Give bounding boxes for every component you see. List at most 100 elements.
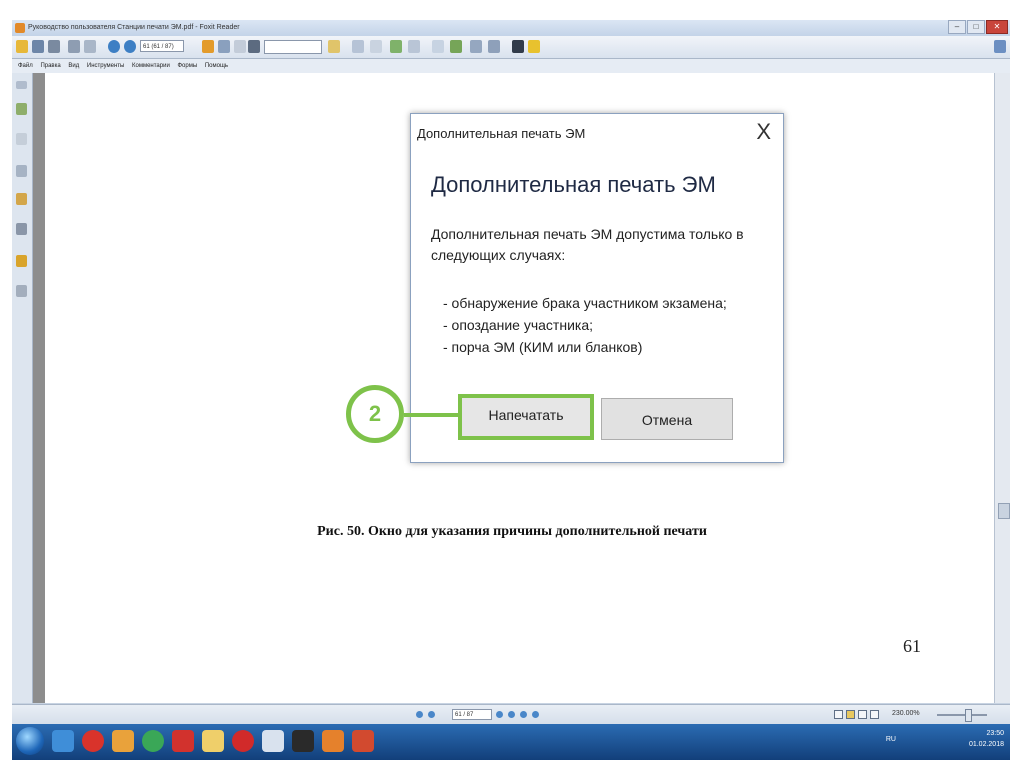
single-page-icon[interactable] — [408, 40, 420, 53]
status-bar: 61 / 87 230.00% — [12, 704, 1010, 725]
select-cursor-icon[interactable] — [234, 40, 246, 53]
open-folder-icon[interactable] — [16, 40, 28, 53]
attachments-icon[interactable] — [16, 223, 27, 235]
continuous-view-icon[interactable] — [846, 710, 855, 719]
language-indicator[interactable]: RU — [886, 736, 896, 743]
first-page-icon[interactable] — [108, 40, 120, 53]
additional-print-dialog: Дополнительная печать ЭМ X Дополнительна… — [410, 113, 784, 463]
save-as-icon[interactable] — [48, 40, 60, 53]
maximize-button[interactable]: □ — [967, 20, 985, 34]
7zip-icon[interactable] — [292, 730, 314, 752]
foxit-task-icon[interactable] — [322, 730, 344, 752]
yandex-icon[interactable] — [82, 730, 104, 752]
facing-view-icon[interactable] — [858, 710, 867, 719]
window-title: Руководство пользователя Станции печати … — [28, 24, 240, 31]
menu-forms[interactable]: Формы — [177, 63, 197, 69]
signatures-icon[interactable] — [16, 285, 27, 297]
pages-icon[interactable] — [16, 133, 27, 145]
yandex-browser-icon[interactable] — [172, 730, 194, 752]
menu-view[interactable]: Вид — [68, 63, 79, 69]
highlight-icon[interactable] — [328, 40, 340, 53]
scrollbar-thumb[interactable] — [998, 503, 1010, 519]
start-button[interactable] — [16, 727, 44, 755]
menu-bar: Файл Правка Вид Инструменты Комментарии … — [12, 59, 1010, 73]
email-icon[interactable] — [84, 40, 96, 53]
continuous-page-icon[interactable] — [432, 40, 444, 53]
zoom-slider[interactable] — [937, 714, 987, 716]
dialog-close-icon[interactable]: X — [756, 121, 771, 143]
media-icon[interactable] — [112, 730, 134, 752]
rotate-icon[interactable] — [390, 40, 402, 53]
previous-page-icon[interactable] — [124, 40, 136, 53]
help-icon[interactable] — [994, 40, 1006, 53]
first-page-nav-icon[interactable] — [416, 711, 423, 718]
main-toolbar: 61 (61 / 87) — [12, 36, 1010, 59]
select-text-icon[interactable] — [218, 40, 230, 53]
search-input[interactable] — [264, 40, 322, 54]
snapshot-icon[interactable] — [470, 40, 482, 53]
menu-edit[interactable]: Правка — [40, 63, 60, 69]
list-item: - порча ЭМ (КИМ или бланков) — [443, 339, 643, 355]
print-icon[interactable] — [68, 40, 80, 53]
print-button[interactable]: Напечатать — [458, 394, 594, 440]
page-number: 61 — [903, 636, 921, 656]
prev-page-nav-icon[interactable] — [428, 711, 435, 718]
callout-connector — [404, 413, 458, 417]
system-tray: RU 23:50 01.02.2018 — [886, 728, 1004, 750]
find-icon[interactable] — [248, 40, 260, 53]
page-number-input[interactable]: 61 (61 / 87) — [140, 40, 184, 52]
text-tool-icon[interactable] — [512, 40, 524, 53]
navigation-sidebar — [12, 73, 33, 703]
list-item: - обнаружение брака участником экзамена; — [443, 295, 727, 311]
facing-page-icon[interactable] — [450, 40, 462, 53]
clock-date[interactable]: 01.02.2018 — [969, 739, 1004, 750]
notepad-icon[interactable] — [262, 730, 284, 752]
vertical-scrollbar[interactable] — [994, 73, 1010, 703]
explorer-icon[interactable] — [202, 730, 224, 752]
cancel-button[interactable]: Отмена — [601, 398, 733, 440]
powerpoint-icon[interactable] — [352, 730, 374, 752]
note-icon[interactable] — [528, 40, 540, 53]
callout-number-badge: 2 — [346, 385, 404, 443]
menu-comments[interactable]: Комментарии — [132, 63, 170, 69]
typewriter-icon[interactable] — [488, 40, 500, 53]
clock-time[interactable]: 23:50 — [969, 728, 1004, 739]
dialog-reasons-list: - обнаружение брака участником экзамена;… — [431, 292, 771, 358]
save-icon[interactable] — [32, 40, 44, 53]
security-icon[interactable] — [16, 255, 27, 267]
opera-icon[interactable] — [232, 730, 254, 752]
continuous-facing-view-icon[interactable] — [870, 710, 879, 719]
menu-help[interactable]: Помощь — [205, 63, 228, 69]
sidebar-collapse-icon[interactable] — [16, 81, 27, 89]
layers-icon[interactable] — [16, 165, 27, 177]
zoom-slider-thumb[interactable] — [965, 709, 972, 722]
status-page-input[interactable]: 61 / 87 — [452, 709, 492, 720]
dialog-title: Дополнительная печать ЭМ — [417, 126, 586, 141]
last-page-nav-icon[interactable] — [508, 711, 515, 718]
chrome-icon[interactable] — [142, 730, 164, 752]
foxit-app-icon — [15, 23, 25, 33]
fit-page-icon[interactable] — [370, 40, 382, 53]
dialog-text: Дополнительная печать ЭМ допустима тольк… — [431, 226, 744, 263]
list-item: - опоздание участника; — [443, 317, 593, 333]
zoom-level[interactable]: 230.00% — [892, 710, 920, 717]
bookmarks-icon[interactable] — [16, 103, 27, 115]
single-view-icon[interactable] — [834, 710, 843, 719]
dialog-titlebar: Дополнительная печать ЭМ X — [411, 114, 783, 150]
forward-nav-icon[interactable] — [532, 711, 539, 718]
menu-tools[interactable]: Инструменты — [87, 63, 124, 69]
back-nav-icon[interactable] — [520, 711, 527, 718]
figure-caption: Рис. 50. Окно для указания причины допол… — [317, 524, 707, 539]
minimize-button[interactable]: – — [948, 20, 966, 34]
comments-icon[interactable] — [16, 193, 27, 205]
ie-icon[interactable] — [52, 730, 74, 752]
sidebar-splitter[interactable] — [33, 73, 45, 703]
window-controls: – □ ✕ — [948, 20, 1008, 34]
close-window-button[interactable]: ✕ — [986, 20, 1008, 34]
hand-tool-icon[interactable] — [202, 40, 214, 53]
menu-file[interactable]: Файл — [18, 63, 33, 69]
next-page-nav-icon[interactable] — [496, 711, 503, 718]
windows-taskbar: RU 23:50 01.02.2018 — [12, 724, 1010, 760]
dialog-heading: Дополнительная печать ЭМ — [431, 172, 716, 197]
zoom-icon[interactable] — [352, 40, 364, 53]
